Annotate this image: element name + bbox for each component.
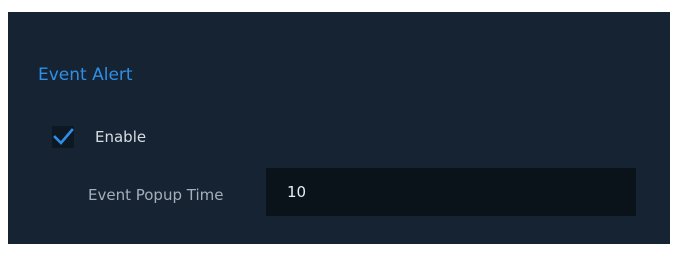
event-popup-time-input[interactable]: [266, 168, 636, 216]
event-popup-time-label: Event Popup Time: [88, 186, 224, 204]
checkmark-icon: [53, 128, 74, 145]
enable-checkbox-row[interactable]: Enable: [52, 126, 146, 148]
enable-checkbox-label[interactable]: Enable: [95, 128, 146, 146]
section-title: Event Alert: [38, 65, 133, 85]
event-alert-panel: Event Alert Enable Event Popup Time: [8, 12, 670, 244]
enable-checkbox[interactable]: [52, 126, 74, 148]
